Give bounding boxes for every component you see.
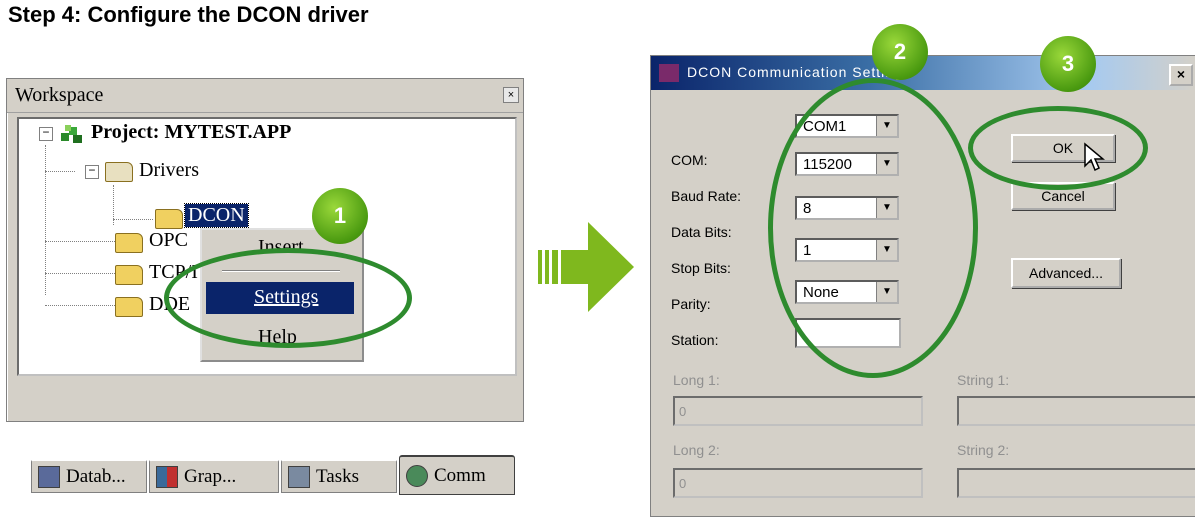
tasks-icon xyxy=(288,465,310,488)
workspace-title: Workspace xyxy=(15,84,104,106)
baud-rate-label: Baud Rate: xyxy=(671,188,742,204)
dialog-close-button[interactable]: × xyxy=(1169,64,1193,86)
folder-icon xyxy=(155,209,183,229)
highlight-oval-settings xyxy=(164,248,412,348)
graphics-icon xyxy=(156,465,178,488)
tree-connector xyxy=(113,219,153,220)
tree-item-drivers[interactable]: Drivers xyxy=(139,159,199,182)
arrow-right-icon xyxy=(538,222,634,312)
workspace-tabs: Datab... Grap... Tasks Comm xyxy=(31,455,515,497)
long2-input: 0 xyxy=(673,468,923,498)
parity-label: Parity: xyxy=(671,296,711,312)
step-badge-2: 2 xyxy=(872,24,928,80)
collapse-project-icon[interactable]: − xyxy=(39,127,53,141)
tree-connector xyxy=(45,171,75,172)
advanced-button[interactable]: Advanced... xyxy=(1011,258,1121,288)
tree-item-dcon[interactable]: DCON xyxy=(184,203,249,228)
tree-item-opc[interactable]: OPC xyxy=(149,229,188,252)
app-icon xyxy=(659,64,679,82)
folder-icon xyxy=(115,233,143,253)
step-badge-3: 3 xyxy=(1040,36,1096,92)
workspace-close-button[interactable]: × xyxy=(503,87,519,103)
tab-label: Datab... xyxy=(66,465,126,487)
long1-label: Long 1: xyxy=(673,372,720,388)
string2-label: String 2: xyxy=(957,442,1010,458)
step-badge-1: 1 xyxy=(312,188,368,244)
stop-bits-label: Stop Bits: xyxy=(671,260,731,276)
highlight-oval-ok xyxy=(968,106,1148,190)
project-icon xyxy=(59,123,85,145)
tab-tasks[interactable]: Tasks xyxy=(281,459,397,493)
tab-database[interactable]: Datab... xyxy=(31,459,147,493)
tree-connector xyxy=(45,305,115,306)
com-label: COM: xyxy=(671,152,708,168)
open-folder-icon xyxy=(105,162,133,182)
tree-connector xyxy=(45,241,115,242)
tab-comm[interactable]: Comm xyxy=(399,455,515,495)
string1-label: String 1: xyxy=(957,372,1010,388)
tab-label: Grap... xyxy=(184,465,237,487)
data-bits-label: Data Bits: xyxy=(671,224,732,240)
step-heading: Step 4: Configure the DCON driver xyxy=(8,2,369,27)
workspace-titlebar: Workspace × xyxy=(7,79,523,113)
tab-label: Comm xyxy=(434,464,486,486)
database-icon xyxy=(38,465,60,488)
station-label: Station: xyxy=(671,332,719,348)
collapse-drivers-icon[interactable]: − xyxy=(85,165,99,179)
long2-value: 0 xyxy=(679,476,687,491)
folder-icon xyxy=(115,265,143,285)
comm-icon xyxy=(406,464,428,487)
tab-graphics[interactable]: Grap... xyxy=(149,459,279,493)
tab-label: Tasks xyxy=(316,465,360,487)
string2-input xyxy=(957,468,1195,498)
string1-input xyxy=(957,396,1195,426)
long2-label: Long 2: xyxy=(673,442,720,458)
folder-icon xyxy=(115,297,143,317)
long1-value: 0 xyxy=(679,404,687,419)
long1-input: 0 xyxy=(673,396,923,426)
highlight-oval-fields xyxy=(768,78,978,378)
tree-project-label[interactable]: Project: MYTEST.APP xyxy=(91,121,291,144)
tree-connector xyxy=(45,273,115,274)
